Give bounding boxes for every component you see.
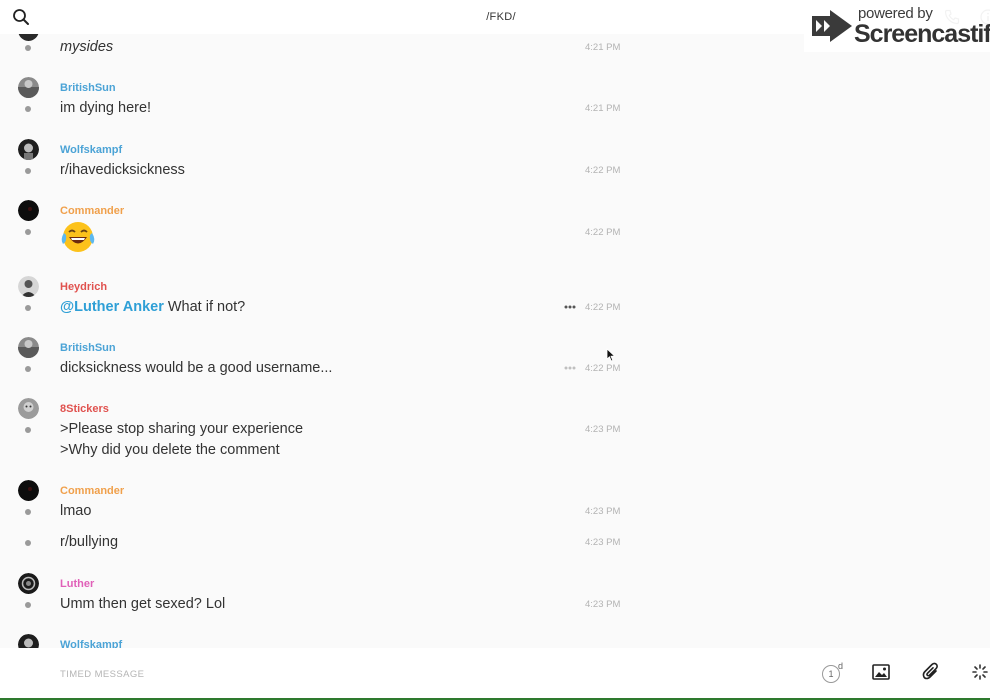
more-horizontal-icon[interactable] bbox=[564, 366, 576, 370]
message-text: im dying here! bbox=[60, 100, 152, 116]
avatar[interactable] bbox=[18, 276, 39, 297]
sender-name[interactable]: 8Stickers bbox=[60, 403, 109, 415]
sender-name[interactable]: Luther bbox=[60, 578, 94, 590]
message-list: mysides 4:21 PM BritishSun im dying here… bbox=[0, 34, 990, 648]
avatar[interactable] bbox=[18, 77, 39, 98]
message-text: r/ihavedicksickness bbox=[60, 162, 185, 178]
timer-unit-label: d bbox=[838, 661, 844, 671]
message-text-body: What if not? bbox=[163, 299, 246, 315]
avatar[interactable] bbox=[18, 480, 39, 501]
message-bullet bbox=[25, 540, 31, 546]
user-mention[interactable]: @Luther Anker bbox=[60, 299, 164, 315]
message-time: 4:21 PM bbox=[585, 103, 621, 114]
message-bullet bbox=[25, 366, 31, 372]
sender-name[interactable]: Wolfskampf bbox=[60, 144, 122, 156]
message-bullet bbox=[25, 602, 31, 608]
message-text: lmao bbox=[60, 503, 92, 519]
message-time: 4:23 PM bbox=[585, 424, 621, 435]
message-bullet bbox=[25, 45, 31, 51]
message-text: @Luther Anker What if not? bbox=[60, 299, 245, 315]
message-input[interactable] bbox=[60, 663, 760, 685]
avatar[interactable] bbox=[18, 573, 39, 594]
sender-name[interactable]: Heydrich bbox=[60, 281, 107, 293]
sender-name[interactable]: BritishSun bbox=[60, 342, 116, 354]
timer-button[interactable]: 1 d bbox=[820, 661, 846, 684]
message-bullet bbox=[25, 229, 31, 235]
message-text: mysides bbox=[60, 39, 114, 55]
avatar[interactable] bbox=[18, 34, 39, 41]
more-horizontal-icon[interactable] bbox=[564, 305, 576, 309]
sender-name[interactable]: Commander bbox=[60, 485, 124, 497]
message-text: >Why did you delete the comment bbox=[60, 442, 280, 458]
paperclip-icon[interactable] bbox=[922, 662, 940, 682]
message-text: r/bullying bbox=[60, 534, 119, 550]
message-bullet bbox=[25, 305, 31, 311]
avatar[interactable] bbox=[18, 200, 39, 221]
message-bullet bbox=[25, 168, 31, 174]
message-time: 4:22 PM bbox=[585, 302, 621, 313]
sender-name[interactable]: Commander bbox=[60, 205, 124, 217]
message-text: Umm then get sexed? Lol bbox=[60, 596, 226, 612]
message-time: 4:23 PM bbox=[585, 506, 621, 517]
message-text: >Please stop sharing your experience bbox=[60, 421, 304, 437]
message-bullet bbox=[25, 106, 31, 112]
avatar[interactable] bbox=[18, 139, 39, 160]
spinner-icon[interactable] bbox=[972, 664, 988, 680]
message-bullet bbox=[25, 509, 31, 515]
message-text: dicksickness would be a good username... bbox=[60, 360, 333, 376]
chat-app: /FKD/ powered by Screencastify mysides 4… bbox=[0, 0, 990, 700]
image-icon[interactable] bbox=[872, 664, 890, 680]
avatar[interactable] bbox=[18, 634, 39, 648]
message-time: 4:22 PM bbox=[585, 227, 621, 238]
message-bullet bbox=[25, 427, 31, 433]
composer-bar: 1 d bbox=[0, 648, 990, 698]
message-time: 4:22 PM bbox=[585, 165, 621, 176]
message-time: 4:23 PM bbox=[585, 599, 621, 610]
sender-name[interactable]: BritishSun bbox=[60, 82, 116, 94]
message-time: 4:23 PM bbox=[585, 537, 621, 548]
face-with-tears-of-joy-icon bbox=[61, 222, 95, 252]
mouse-cursor-icon bbox=[606, 348, 616, 362]
avatar[interactable] bbox=[18, 337, 39, 358]
message-time: 4:21 PM bbox=[585, 42, 621, 53]
avatar[interactable] bbox=[18, 398, 39, 419]
message-time: 4:22 PM bbox=[585, 363, 621, 374]
sender-name[interactable]: Wolfskampf bbox=[60, 639, 122, 648]
